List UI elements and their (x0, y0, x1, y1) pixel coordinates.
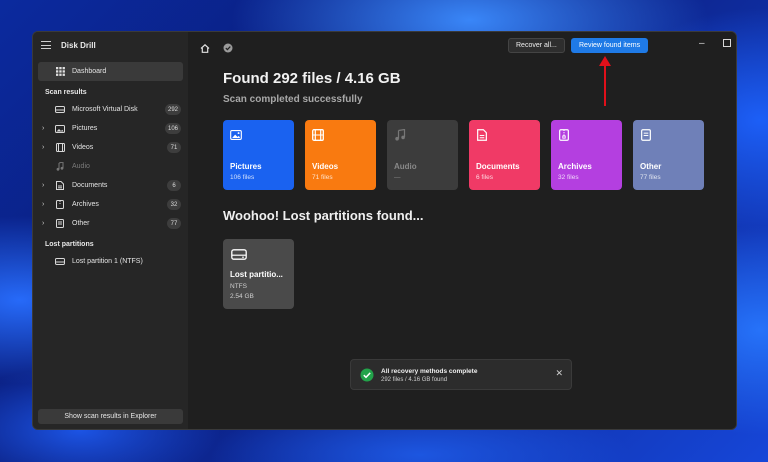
film-icon (312, 129, 324, 141)
card-title: Archives (558, 162, 592, 171)
sidebar-item-dashboard[interactable]: Dashboard (38, 62, 183, 81)
lost-partition-card[interactable]: Lost partitio... NTFS 2.54 GB (223, 239, 294, 309)
archive-icon (559, 129, 569, 141)
sidebar-item-other[interactable]: › Other 77 (38, 214, 183, 233)
card-other[interactable]: Other 77 files (633, 120, 704, 190)
scan-status-text: Scan completed successfully (223, 94, 363, 105)
sidebar-item-label: Microsoft Virtual Disk (72, 106, 138, 113)
sidebar-item-label: Lost partition 1 (NTFS) (72, 258, 143, 265)
card-title: Other (640, 162, 662, 171)
minimize-icon[interactable]: – (699, 39, 705, 49)
card-title: Pictures (230, 162, 262, 171)
recovery-complete-toast: All recovery methods complete 292 files … (350, 359, 572, 390)
archive-icon (55, 200, 65, 209)
toolbar: Recover all... Review found items – ✕ (188, 32, 736, 58)
sidebar-item-label: Dashboard (72, 68, 107, 75)
card-title: Videos (312, 162, 339, 171)
show-in-explorer-button[interactable]: Show scan results in Explorer (38, 409, 183, 424)
film-icon (55, 143, 65, 152)
sidebar-item-label: Other (72, 220, 90, 227)
count-badge: 292 (164, 104, 181, 115)
card-pictures[interactable]: Pictures 106 files (223, 120, 294, 190)
section-label-scan-results: Scan results (45, 89, 87, 96)
card-count: 77 files (640, 174, 661, 181)
file-icon (55, 219, 65, 228)
menu-icon[interactable] (41, 41, 51, 49)
music-note-icon (395, 128, 406, 141)
lost-partitions-heading: Woohoo! Lost partitions found... (223, 208, 424, 223)
app-header: Disk Drill (33, 32, 188, 58)
sidebar-item-documents[interactable]: › Documents 6 (38, 176, 183, 195)
page-title: Found 292 files / 4.16 GB (223, 70, 401, 87)
card-count: 32 files (558, 174, 579, 181)
review-found-items-button[interactable]: Review found items (571, 38, 649, 53)
sidebar: Disk Drill Dashboard Scan results Micros… (33, 32, 188, 429)
card-count: 71 files (312, 174, 333, 181)
card-count: — (394, 174, 401, 181)
document-icon (55, 181, 65, 190)
chevron-right-icon[interactable]: › (42, 144, 44, 151)
sidebar-item-label: Videos (72, 144, 94, 151)
partition-filesystem: NTFS (230, 283, 247, 290)
count-badge: 32 (167, 199, 181, 210)
sidebar-item-audio: Audio (38, 157, 183, 176)
sidebar-item-label: Audio (72, 163, 90, 170)
card-title: Audio (394, 162, 417, 171)
annotation-arrow-icon (599, 56, 611, 106)
count-badge: 71 (167, 142, 181, 153)
toast-title: All recovery methods complete (381, 368, 478, 375)
main-content: Recover all... Review found items – ✕ Fo… (188, 32, 736, 429)
card-title: Documents (476, 162, 520, 171)
file-icon (641, 129, 651, 141)
home-icon[interactable] (200, 40, 210, 58)
image-icon (55, 124, 65, 133)
partition-size: 2.54 GB (230, 293, 254, 300)
document-icon (477, 129, 487, 141)
chevron-right-icon[interactable]: › (42, 201, 44, 208)
maximize-icon[interactable] (723, 39, 731, 50)
success-check-icon (360, 368, 374, 382)
card-count: 6 files (476, 174, 493, 181)
chevron-right-icon[interactable]: › (42, 220, 44, 227)
protection-check-icon[interactable] (223, 40, 233, 58)
sidebar-item-pictures[interactable]: › Pictures 106 (38, 119, 183, 138)
card-count: 106 files (230, 174, 255, 181)
partition-name: Lost partitio... (230, 270, 283, 279)
sidebar-item-archives[interactable]: › Archives 32 (38, 195, 183, 214)
toast-detail: 292 files / 4.16 GB found (381, 377, 448, 383)
chevron-right-icon[interactable]: › (42, 125, 44, 132)
count-badge: 6 (167, 180, 181, 191)
count-badge: 77 (167, 218, 181, 229)
sidebar-item-label: Archives (72, 201, 99, 208)
section-label-lost-partitions: Lost partitions (45, 241, 94, 248)
card-archives[interactable]: Archives 32 files (551, 120, 622, 190)
chevron-right-icon[interactable]: › (42, 182, 44, 189)
card-audio: Audio — (387, 120, 458, 190)
card-videos[interactable]: Videos 71 files (305, 120, 376, 190)
sidebar-item-virtual-disk[interactable]: Microsoft Virtual Disk 292 (38, 100, 183, 119)
recover-all-button[interactable]: Recover all... (508, 38, 565, 53)
app-title: Disk Drill (61, 40, 96, 50)
sidebar-item-videos[interactable]: › Videos 71 (38, 138, 183, 157)
count-badge: 106 (164, 123, 181, 134)
music-note-icon (55, 162, 65, 171)
hard-drive-icon (55, 105, 65, 114)
disk-drill-window: Disk Drill Dashboard Scan results Micros… (32, 31, 737, 430)
sidebar-item-lost-partition[interactable]: Lost partition 1 (NTFS) (38, 252, 183, 271)
sidebar-item-label: Documents (72, 182, 108, 189)
card-documents[interactable]: Documents 6 files (469, 120, 540, 190)
grid-icon (55, 67, 65, 76)
close-icon[interactable]: ✕ (555, 369, 563, 378)
hard-drive-icon (231, 249, 247, 260)
sidebar-item-label: Pictures (72, 125, 98, 132)
category-cards: Pictures 106 files Videos 71 files Audio… (223, 120, 704, 190)
image-icon (230, 129, 242, 141)
hard-drive-icon (55, 257, 65, 266)
